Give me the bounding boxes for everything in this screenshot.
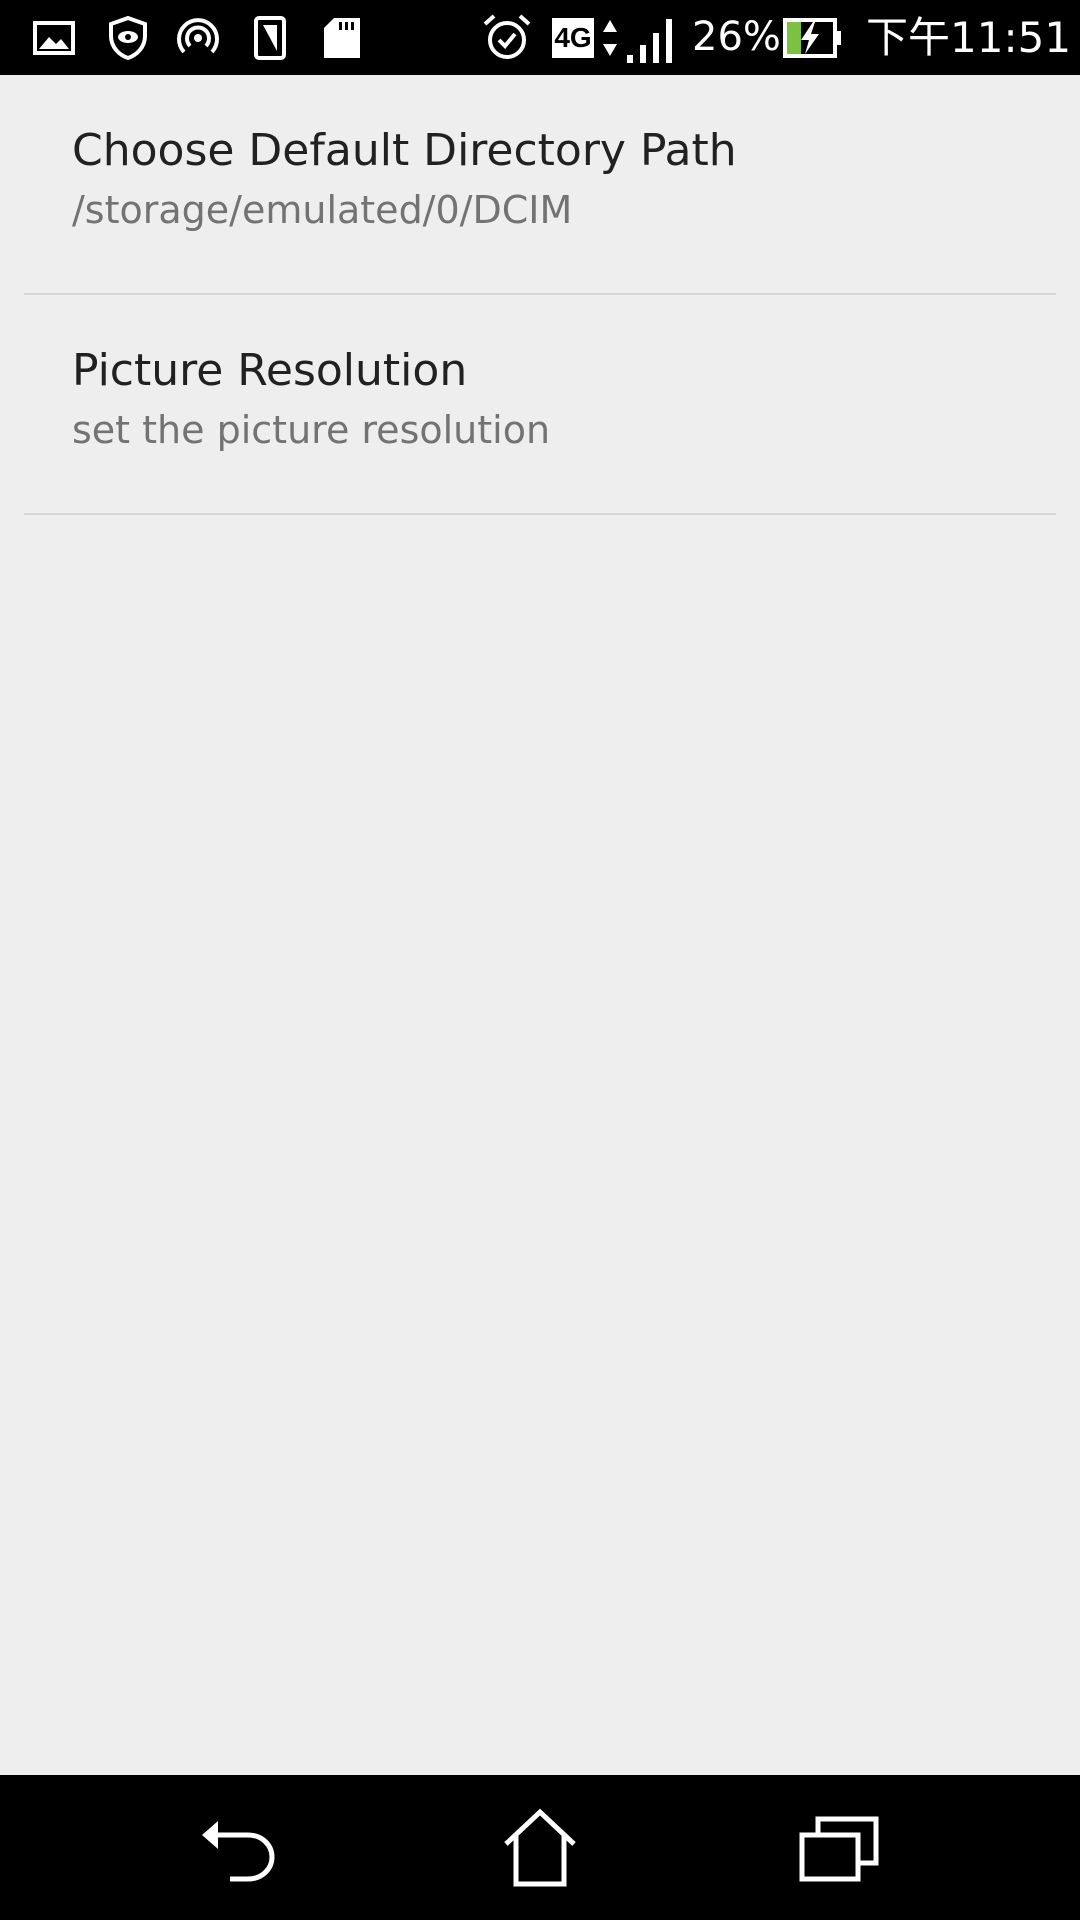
battery-percent: 26% bbox=[692, 14, 781, 60]
navigation-bar bbox=[0, 1775, 1080, 1920]
battery-charging-icon bbox=[782, 12, 844, 64]
pref-picture-resolution[interactable]: Picture Resolution set the picture resol… bbox=[24, 295, 1056, 513]
sd-card-icon bbox=[322, 12, 362, 64]
alarm-icon bbox=[480, 12, 534, 64]
network-type-badge: 4G bbox=[551, 12, 595, 64]
signal-icon bbox=[624, 12, 680, 64]
recents-button[interactable] bbox=[785, 1793, 895, 1903]
divider bbox=[24, 513, 1056, 515]
back-button[interactable] bbox=[185, 1793, 295, 1903]
home-button[interactable] bbox=[485, 1793, 595, 1903]
clock: 下午11:51 bbox=[866, 13, 1072, 62]
pref-title: Choose Default Directory Path bbox=[72, 125, 737, 176]
back-icon bbox=[202, 1821, 275, 1882]
status-bar: 4G 26% 下午11:51 bbox=[0, 0, 1080, 75]
recents-icon bbox=[799, 1816, 879, 1882]
hotspot-icon bbox=[174, 12, 222, 64]
data-activity-icon bbox=[600, 12, 620, 64]
home-icon bbox=[504, 1808, 576, 1887]
settings-list: Choose Default Directory Path /storage/e… bbox=[0, 75, 1080, 1775]
gallery-icon bbox=[30, 12, 78, 64]
pref-default-directory[interactable]: Choose Default Directory Path /storage/e… bbox=[24, 75, 1056, 293]
pref-title: Picture Resolution bbox=[72, 345, 468, 396]
pref-summary: /storage/emulated/0/DCIM bbox=[72, 188, 573, 232]
pref-summary: set the picture resolution bbox=[72, 408, 551, 452]
shield-eye-icon bbox=[104, 12, 152, 64]
sim-card-icon bbox=[250, 12, 290, 64]
